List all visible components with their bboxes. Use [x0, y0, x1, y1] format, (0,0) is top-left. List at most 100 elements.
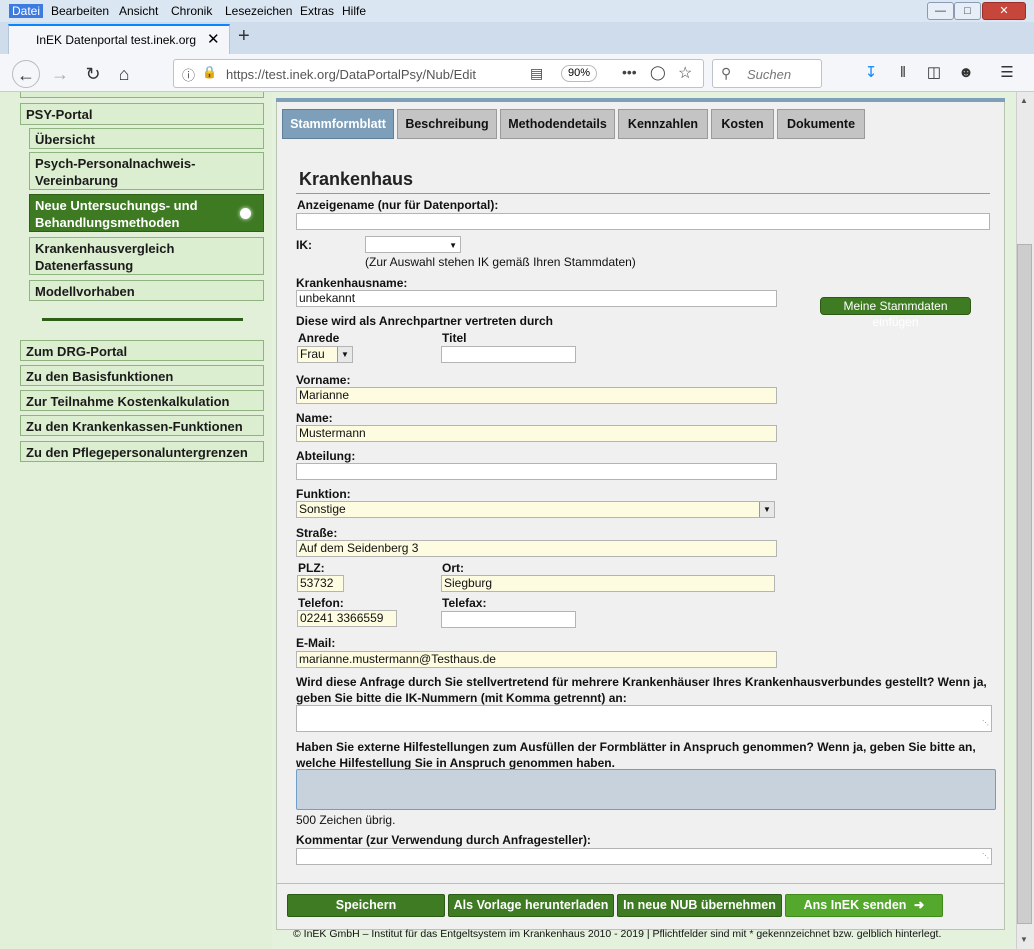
- tab-kennzahlen[interactable]: Kennzahlen: [618, 109, 708, 139]
- sidebar-link-basis[interactable]: Zu den Basisfunktionen: [20, 365, 264, 386]
- sidebar-item-personalnachweis[interactable]: Psych-Personalnachweis-Vereinbarung: [29, 152, 264, 190]
- sidebar-link-kostenkalkulation[interactable]: Zur Teilnahme Kostenkalkulation: [20, 390, 264, 411]
- ort-input[interactable]: Siegburg: [441, 575, 775, 592]
- menu-chronik[interactable]: Chronik: [171, 4, 212, 18]
- scroll-down-icon[interactable]: ▼: [1020, 935, 1028, 944]
- sidebar-item-label: Neue Untersuchungs- und Behandlungsmetho…: [35, 198, 198, 230]
- menu-extras[interactable]: Extras: [300, 4, 334, 18]
- resize-handle-icon: ⋱: [982, 853, 989, 860]
- sidebar-psy-portal-label: PSY-Portal: [26, 107, 93, 122]
- info-icon[interactable]: ⓘ: [182, 65, 195, 84]
- name-input[interactable]: Mustermann: [296, 425, 777, 442]
- titel-input[interactable]: [441, 346, 576, 363]
- sidebar-link-label: Zu den Krankenkassen-Funktionen: [26, 419, 243, 434]
- minimize-icon[interactable]: —: [927, 2, 954, 20]
- sidebar-item-nub[interactable]: Neue Untersuchungs- und Behandlungsmetho…: [29, 194, 264, 232]
- tab-stammformblatt[interactable]: Stammformblatt: [282, 109, 394, 139]
- reader-view-icon[interactable]: ▤: [530, 65, 543, 82]
- ik-label: IK:: [296, 238, 312, 252]
- anrede-label: Anrede: [298, 331, 340, 345]
- kommentar-label: Kommentar (zur Verwendung durch Anfrages…: [296, 833, 591, 847]
- search-bar[interactable]: ⚲ Suchen: [712, 59, 822, 88]
- zoom-level[interactable]: 90%: [561, 65, 597, 82]
- sidebar-link-label: Zu den Pflegepersonaluntergrenzen: [26, 445, 248, 460]
- send-to-inek-button[interactable]: Ans InEK senden ➜: [785, 894, 943, 917]
- email-input[interactable]: marianne.mustermann@Testhaus.de: [296, 651, 777, 668]
- sidebar-psy-portal[interactable]: PSY-Portal: [20, 103, 264, 125]
- chars-left: 500 Zeichen übrig.: [296, 813, 396, 827]
- dropdown-arrow-icon: ▼: [759, 502, 774, 517]
- send-button-label: Ans InEK senden: [803, 898, 907, 912]
- plz-label: PLZ:: [298, 561, 325, 575]
- sidebar-item-modellvorhaben[interactable]: Modellvorhaben: [29, 280, 264, 301]
- stammdaten-einfuegen-button[interactable]: Meine Stammdaten einfügen: [820, 297, 971, 329]
- anzeigename-input[interactable]: [296, 213, 990, 230]
- vorname-input[interactable]: Marianne: [296, 387, 777, 404]
- library-icon[interactable]: ‖: [893, 63, 913, 83]
- verbund-textarea[interactable]: ⋱: [296, 705, 992, 732]
- menu-ansicht[interactable]: Ansicht: [119, 4, 158, 18]
- pocket-icon[interactable]: ◯: [650, 64, 666, 81]
- strasse-input[interactable]: Auf dem Seidenberg 3: [296, 540, 777, 557]
- telefax-input[interactable]: [441, 611, 576, 628]
- ik-hint: (Zur Auswahl stehen IK gemäß Ihren Stamm…: [365, 255, 636, 269]
- arrow-right-icon: ➜: [913, 898, 925, 912]
- download-icon[interactable]: ↧: [861, 63, 881, 83]
- menu-datei[interactable]: Datei: [9, 4, 44, 18]
- close-window-icon[interactable]: ✕: [982, 2, 1026, 20]
- sidebar-item-krankenhausvergleich[interactable]: Krankenhausvergleich Datenerfassung: [29, 237, 264, 275]
- tab-close-icon[interactable]: ✕: [207, 30, 220, 48]
- back-icon[interactable]: ←: [12, 60, 40, 88]
- reload-icon[interactable]: ↻: [79, 60, 107, 88]
- url-text[interactable]: https://test.inek.org/DataPortalPsy/Nub/…: [226, 67, 496, 82]
- menu-lesezeichen[interactable]: Lesezeichen: [225, 4, 292, 18]
- scroll-up-icon[interactable]: ▲: [1020, 96, 1028, 105]
- funktion-value: Sonstige: [299, 502, 346, 516]
- kommentar-textarea[interactable]: ⋱: [296, 848, 992, 865]
- hamburger-menu-icon[interactable]: ☰: [997, 63, 1017, 83]
- khname-input[interactable]: unbekannt: [296, 290, 777, 307]
- new-tab-icon[interactable]: +: [238, 25, 250, 48]
- download-template-button[interactable]: Als Vorlage herunterladen: [448, 894, 614, 917]
- funktion-select[interactable]: Sonstige ▼: [296, 501, 775, 518]
- tab-methodendetails[interactable]: Methodendetails: [500, 109, 615, 139]
- tab-kosten[interactable]: Kosten: [711, 109, 774, 139]
- scrollbar-thumb[interactable]: [1017, 244, 1032, 924]
- browser-tab[interactable]: InEK Datenportal test.inek.org ✕: [8, 24, 230, 54]
- sidebar-link-krankenkassen[interactable]: Zu den Krankenkassen-Funktionen: [20, 415, 264, 436]
- url-bar[interactable]: ⓘ 🔒 https://test.inek.org/DataPortalPsy/…: [173, 59, 704, 88]
- hilfe-textarea[interactable]: [296, 769, 996, 810]
- footer-text: © InEK GmbH – Institut für das Entgeltsy…: [293, 928, 942, 940]
- save-button[interactable]: Speichern: [287, 894, 445, 917]
- page-actions-icon[interactable]: •••: [622, 64, 637, 80]
- sidebar-toggle-icon[interactable]: ◫: [924, 63, 944, 83]
- resize-handle-icon: ⋱: [982, 720, 989, 727]
- forward-icon[interactable]: →: [46, 60, 74, 88]
- home-icon[interactable]: ⌂: [110, 60, 138, 88]
- sidebar-link-pflege[interactable]: Zu den Pflegepersonaluntergrenzen: [20, 441, 264, 462]
- telefon-input[interactable]: 02241 3366559: [297, 610, 397, 627]
- verbund-question: Wird diese Anfrage durch Sie stellvertre…: [296, 675, 987, 705]
- strasse-label: Straße:: [296, 526, 338, 540]
- bookmark-star-icon[interactable]: ☆: [678, 63, 692, 83]
- maximize-icon[interactable]: □: [954, 2, 981, 20]
- account-icon[interactable]: ☻: [956, 63, 976, 83]
- funktion-label: Funktion:: [296, 487, 351, 501]
- sidebar-item-label: Übersicht: [35, 132, 95, 147]
- tab-dokumente[interactable]: Dokumente: [777, 109, 865, 139]
- titel-label: Titel: [442, 331, 467, 345]
- new-nub-button[interactable]: In neue NUB übernehmen: [617, 894, 782, 917]
- menu-bearbeiten[interactable]: Bearbeiten: [51, 4, 109, 18]
- anrede-value: Frau: [300, 347, 325, 361]
- anrede-select[interactable]: Frau ▼: [297, 346, 353, 363]
- plz-input[interactable]: 53732: [297, 575, 344, 592]
- sidebar-link-label: Zu den Basisfunktionen: [26, 369, 174, 384]
- abteilung-input[interactable]: [296, 463, 777, 480]
- dropdown-arrow-icon: ▼: [337, 347, 352, 362]
- sidebar-item-uebersicht[interactable]: Übersicht: [29, 128, 264, 149]
- tab-beschreibung[interactable]: Beschreibung: [397, 109, 497, 139]
- sidebar-link-drg[interactable]: Zum DRG-Portal: [20, 340, 264, 361]
- ik-select[interactable]: ▼: [365, 236, 461, 253]
- sidebar-cut-item: [20, 92, 264, 98]
- menu-hilfe[interactable]: Hilfe: [342, 4, 366, 18]
